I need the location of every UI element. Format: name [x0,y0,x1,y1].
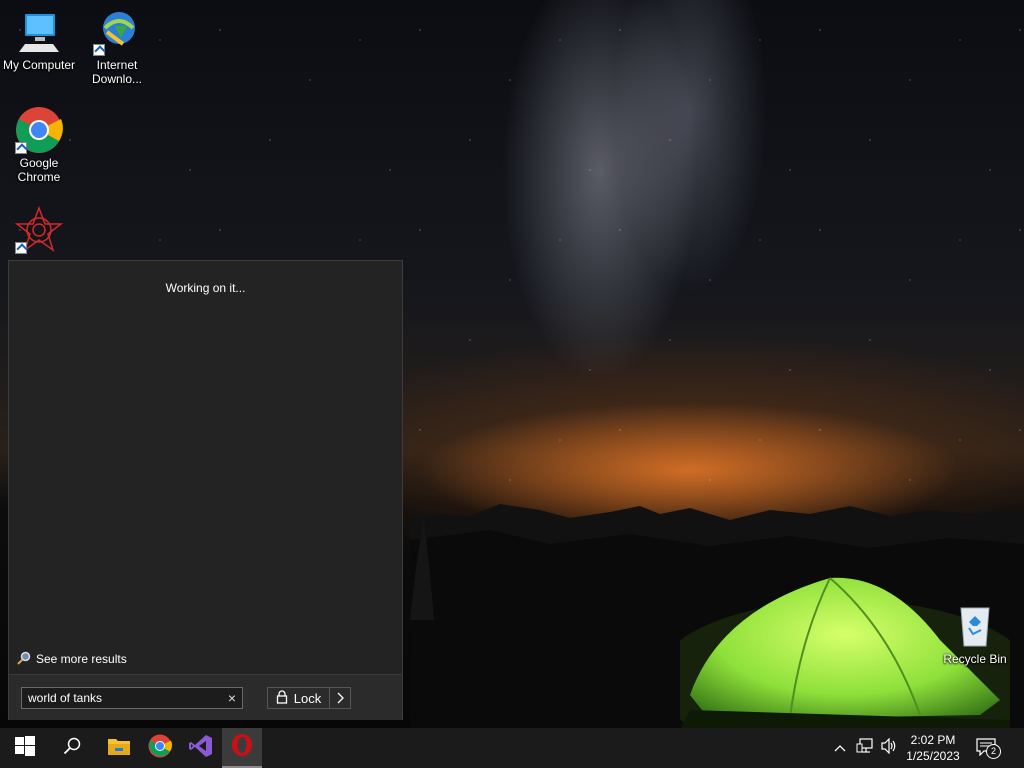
taskbar: 2:02 PM 1/25/2023 2 [0,728,1024,768]
action-center-button[interactable]: 2 [970,728,1004,768]
lock-label: Lock [293,690,322,706]
search-bar: × Lock [9,674,402,720]
shortcut-arrow-icon [93,44,105,56]
opera-icon [230,733,254,762]
taskbar-search-button[interactable] [52,728,92,768]
lock-button[interactable]: Lock [268,688,330,708]
desktop-icon-label: My Computer [2,58,76,72]
desktop-icon-internet-download-manager[interactable]: Internet Downlo... [78,8,156,86]
clock-button[interactable]: 2:02 PM 1/25/2023 [902,728,964,768]
search-results-panel: Working on it... See more results × Lock [8,260,403,720]
shortcut-arrow-icon [15,242,27,254]
desktop-icon-label: Recycle Bin [943,652,1007,666]
visual-studio-icon [189,734,213,763]
computer-icon [15,8,63,56]
search-status-text: Working on it... [165,281,246,295]
lock-icon [276,689,288,707]
see-more-label: See more results [36,652,127,666]
notification-count-badge: 2 [986,744,1001,759]
chrome-icon [148,734,172,763]
clock-date: 1/25/2023 [906,749,960,763]
volume-button[interactable] [878,728,900,768]
desktop-icon-google-chrome[interactable]: Google Chrome [0,106,78,184]
speaker-icon [880,737,898,759]
taskbar-opera[interactable] [222,728,262,768]
shortcut-arrow-icon [15,142,27,154]
windows-logo-icon [15,735,35,761]
star-app-icon [14,205,64,254]
chrome-icon [15,106,63,154]
desktop-icon-my-computer[interactable]: My Computer [0,8,78,72]
clock-time: 2:02 PM [910,733,956,747]
search-input[interactable] [21,687,243,709]
taskbar-visual-studio[interactable] [181,728,221,768]
clear-search-icon[interactable]: × [225,691,239,705]
desktop-icon-recycle-bin[interactable]: Recycle Bin [936,602,1014,666]
see-more-results-link[interactable]: See more results [17,651,127,668]
taskbar-chrome[interactable] [140,728,180,768]
start-button[interactable] [4,728,46,768]
recycle-bin-icon [951,602,999,650]
desktop-icon-app[interactable] [0,205,78,256]
notification-icon: 2 [976,738,1001,759]
network-button[interactable] [854,728,876,768]
show-hidden-icons-button[interactable] [830,728,850,768]
desktop-icon-label: Google Chrome [17,156,61,184]
magnifier-icon [17,651,31,668]
power-options-chevron-icon[interactable] [330,688,350,708]
internet-download-manager-icon [93,8,141,56]
lock-button-group: Lock [267,687,351,709]
desktop-icon-label: Internet Downlo... [91,58,143,86]
taskbar-file-explorer[interactable] [99,728,139,768]
file-explorer-icon [107,735,131,762]
network-icon [856,737,874,759]
search-icon [63,737,81,760]
chevron-up-icon [834,739,846,757]
